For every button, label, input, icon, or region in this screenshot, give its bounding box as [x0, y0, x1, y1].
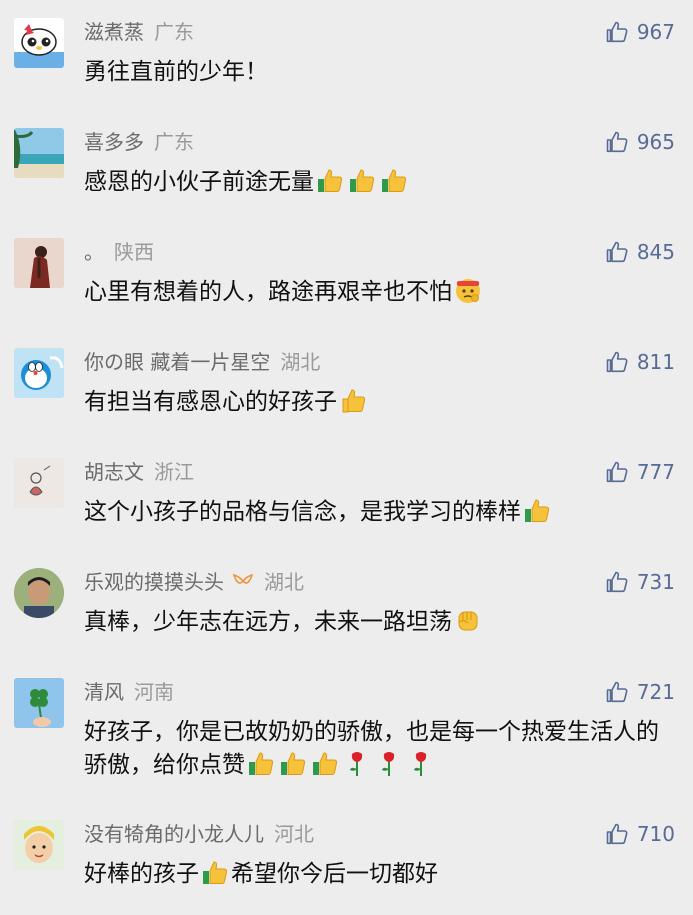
- comment-text-body: 好孩子，你是已故奶奶的骄傲，也是每一个热爱生活人的骄傲，给你点赞: [84, 719, 659, 778]
- baby-avatar-icon: [14, 820, 64, 870]
- comment-text-body: 真棒，少年志在远方，未来一路坦荡: [84, 609, 452, 635]
- comment-text: 有担当有感恩心的好孩子: [84, 386, 679, 419]
- comment-text: 心里有想着的人，路途再艰辛也不怕: [84, 276, 679, 309]
- thumbs-up-emoji-icon: [316, 166, 344, 194]
- nickname[interactable]: 你の眼 藏着一片星空: [84, 350, 270, 374]
- like-button[interactable]: 965: [605, 128, 675, 156]
- region-label: 广东: [154, 130, 194, 154]
- thumbs-up-outline-icon: [605, 680, 629, 704]
- like-button[interactable]: 731: [605, 568, 675, 596]
- comment-meta: 乐观的摸摸头头 湖北: [84, 568, 304, 596]
- like-count: 811: [636, 350, 675, 374]
- avatar[interactable]: [14, 568, 64, 618]
- avatar[interactable]: [14, 678, 64, 728]
- region-label: 湖北: [280, 350, 321, 374]
- hello-kitty-avatar-icon: [14, 18, 64, 68]
- region-label: 河南: [134, 680, 174, 704]
- avatar[interactable]: [14, 348, 64, 398]
- like-button[interactable]: 710: [605, 820, 675, 848]
- like-count: 710: [636, 822, 675, 846]
- sketch-avatar-icon: [14, 458, 64, 508]
- nickname[interactable]: 滋煮蒸: [84, 20, 144, 44]
- like-count: 965: [636, 130, 675, 154]
- orange-ribbon-icon: [232, 568, 254, 596]
- comment-text-body: 心里有想着的人，路途再艰辛也不怕: [84, 279, 452, 305]
- thumbs-up-emoji-icon: [201, 858, 229, 886]
- thumbs-up-emoji-icon: [348, 166, 376, 194]
- like-count: 777: [636, 460, 675, 484]
- thumbs-up-emoji-icon: [311, 749, 339, 777]
- rose-emoji-icon: [343, 749, 371, 777]
- nickname[interactable]: 喜多多: [84, 130, 144, 154]
- thumbs-up-emoji-icon: [523, 496, 551, 524]
- clover-avatar-icon: [14, 678, 64, 728]
- comment-meta: 。陕西: [84, 238, 154, 266]
- avatar[interactable]: [14, 18, 64, 68]
- comment-meta: 清风 河南: [84, 678, 174, 706]
- comment-text-tail: 希望你今后一切都好: [231, 861, 438, 887]
- fist-emoji-icon: [454, 606, 482, 634]
- comment-meta: 滋煮蒸 广东: [84, 18, 194, 46]
- thumbs-up-outline-icon: [605, 460, 629, 484]
- comment-text: 真棒，少年志在远方，未来一路坦荡: [84, 606, 679, 639]
- thumbs-up-emoji-icon: [279, 749, 307, 777]
- avatar[interactable]: [14, 820, 64, 870]
- comment-text-body: 这个小孩子的品格与信念，是我学习的棒样: [84, 499, 521, 525]
- doraemon-avatar-icon: [14, 348, 64, 398]
- rose-emoji-icon: [375, 749, 403, 777]
- comment-meta: 你の眼 藏着一片星空 湖北: [84, 348, 320, 376]
- thumbs-up-outline-icon: [605, 570, 629, 594]
- determined-face-emoji-icon: [454, 276, 482, 304]
- comment-list: 滋煮蒸 广东 967 勇往直前的少年！ 喜多多 广东 965 感恩的小伙子前途无量: [0, 0, 693, 915]
- thumbs-up-outline-icon: [605, 20, 629, 44]
- region-label: 湖北: [264, 570, 304, 594]
- avatar[interactable]: [14, 128, 64, 178]
- nickname[interactable]: 。: [84, 240, 104, 264]
- like-count: 967: [636, 20, 675, 44]
- thumbs-up-outline-icon: [605, 350, 629, 374]
- like-button[interactable]: 967: [605, 18, 675, 46]
- beach-avatar-icon: [14, 128, 64, 178]
- comment-text-body: 感恩的小伙子前途无量: [84, 169, 314, 195]
- thumbs-up-emoji-icon: [380, 166, 408, 194]
- comment-text: 感恩的小伙子前途无量: [84, 166, 679, 199]
- thumbs-up-outline-icon: [605, 822, 629, 846]
- like-button[interactable]: 777: [605, 458, 675, 486]
- comment-text-body: 勇往直前的少年！: [84, 59, 268, 85]
- nickname[interactable]: 清风: [84, 680, 124, 704]
- boy-avatar-icon: [14, 568, 64, 618]
- thumbs-up-outline-icon: [605, 130, 629, 154]
- like-count: 845: [636, 240, 675, 264]
- like-count: 721: [636, 680, 675, 704]
- like-count: 731: [636, 570, 675, 594]
- region-label: 河北: [274, 822, 314, 846]
- comment-text: 好棒的孩子 希望你今后一切都好: [84, 858, 679, 891]
- comment-meta: 没有犄角的小龙人儿 河北: [84, 820, 314, 848]
- comment-text-body: 有担当有感恩心的好孩子: [84, 389, 337, 415]
- comment-text: 勇往直前的少年！: [84, 56, 679, 89]
- comment-meta: 喜多多 广东: [84, 128, 194, 156]
- comment-text: 这个小孩子的品格与信念，是我学习的棒样: [84, 496, 679, 529]
- region-label: 浙江: [154, 460, 194, 484]
- comment-text-body: 好棒的孩子: [84, 861, 199, 887]
- girl-avatar-icon: [14, 238, 64, 288]
- like-button[interactable]: 845: [605, 238, 675, 266]
- rose-emoji-icon: [407, 749, 435, 777]
- comment-meta: 胡志文 浙江: [84, 458, 194, 486]
- thumbs-up-outline-icon: [605, 240, 629, 264]
- avatar[interactable]: [14, 458, 64, 508]
- nickname[interactable]: 乐观的摸摸头头: [84, 570, 224, 594]
- thumbs-up-emoji-icon: [247, 749, 275, 777]
- region-label: 陕西: [114, 240, 154, 264]
- like-button[interactable]: 811: [605, 348, 675, 376]
- nickname[interactable]: 没有犄角的小龙人儿: [84, 822, 264, 846]
- like-button[interactable]: 721: [605, 678, 675, 706]
- comment-text: 好孩子，你是已故奶奶的骄傲，也是每一个热爱生活人的骄傲，给你点赞: [84, 716, 679, 782]
- nickname[interactable]: 胡志文: [84, 460, 144, 484]
- region-label: 广东: [154, 20, 194, 44]
- thumbs-up-emoji-icon: [339, 386, 367, 414]
- avatar[interactable]: [14, 238, 64, 288]
